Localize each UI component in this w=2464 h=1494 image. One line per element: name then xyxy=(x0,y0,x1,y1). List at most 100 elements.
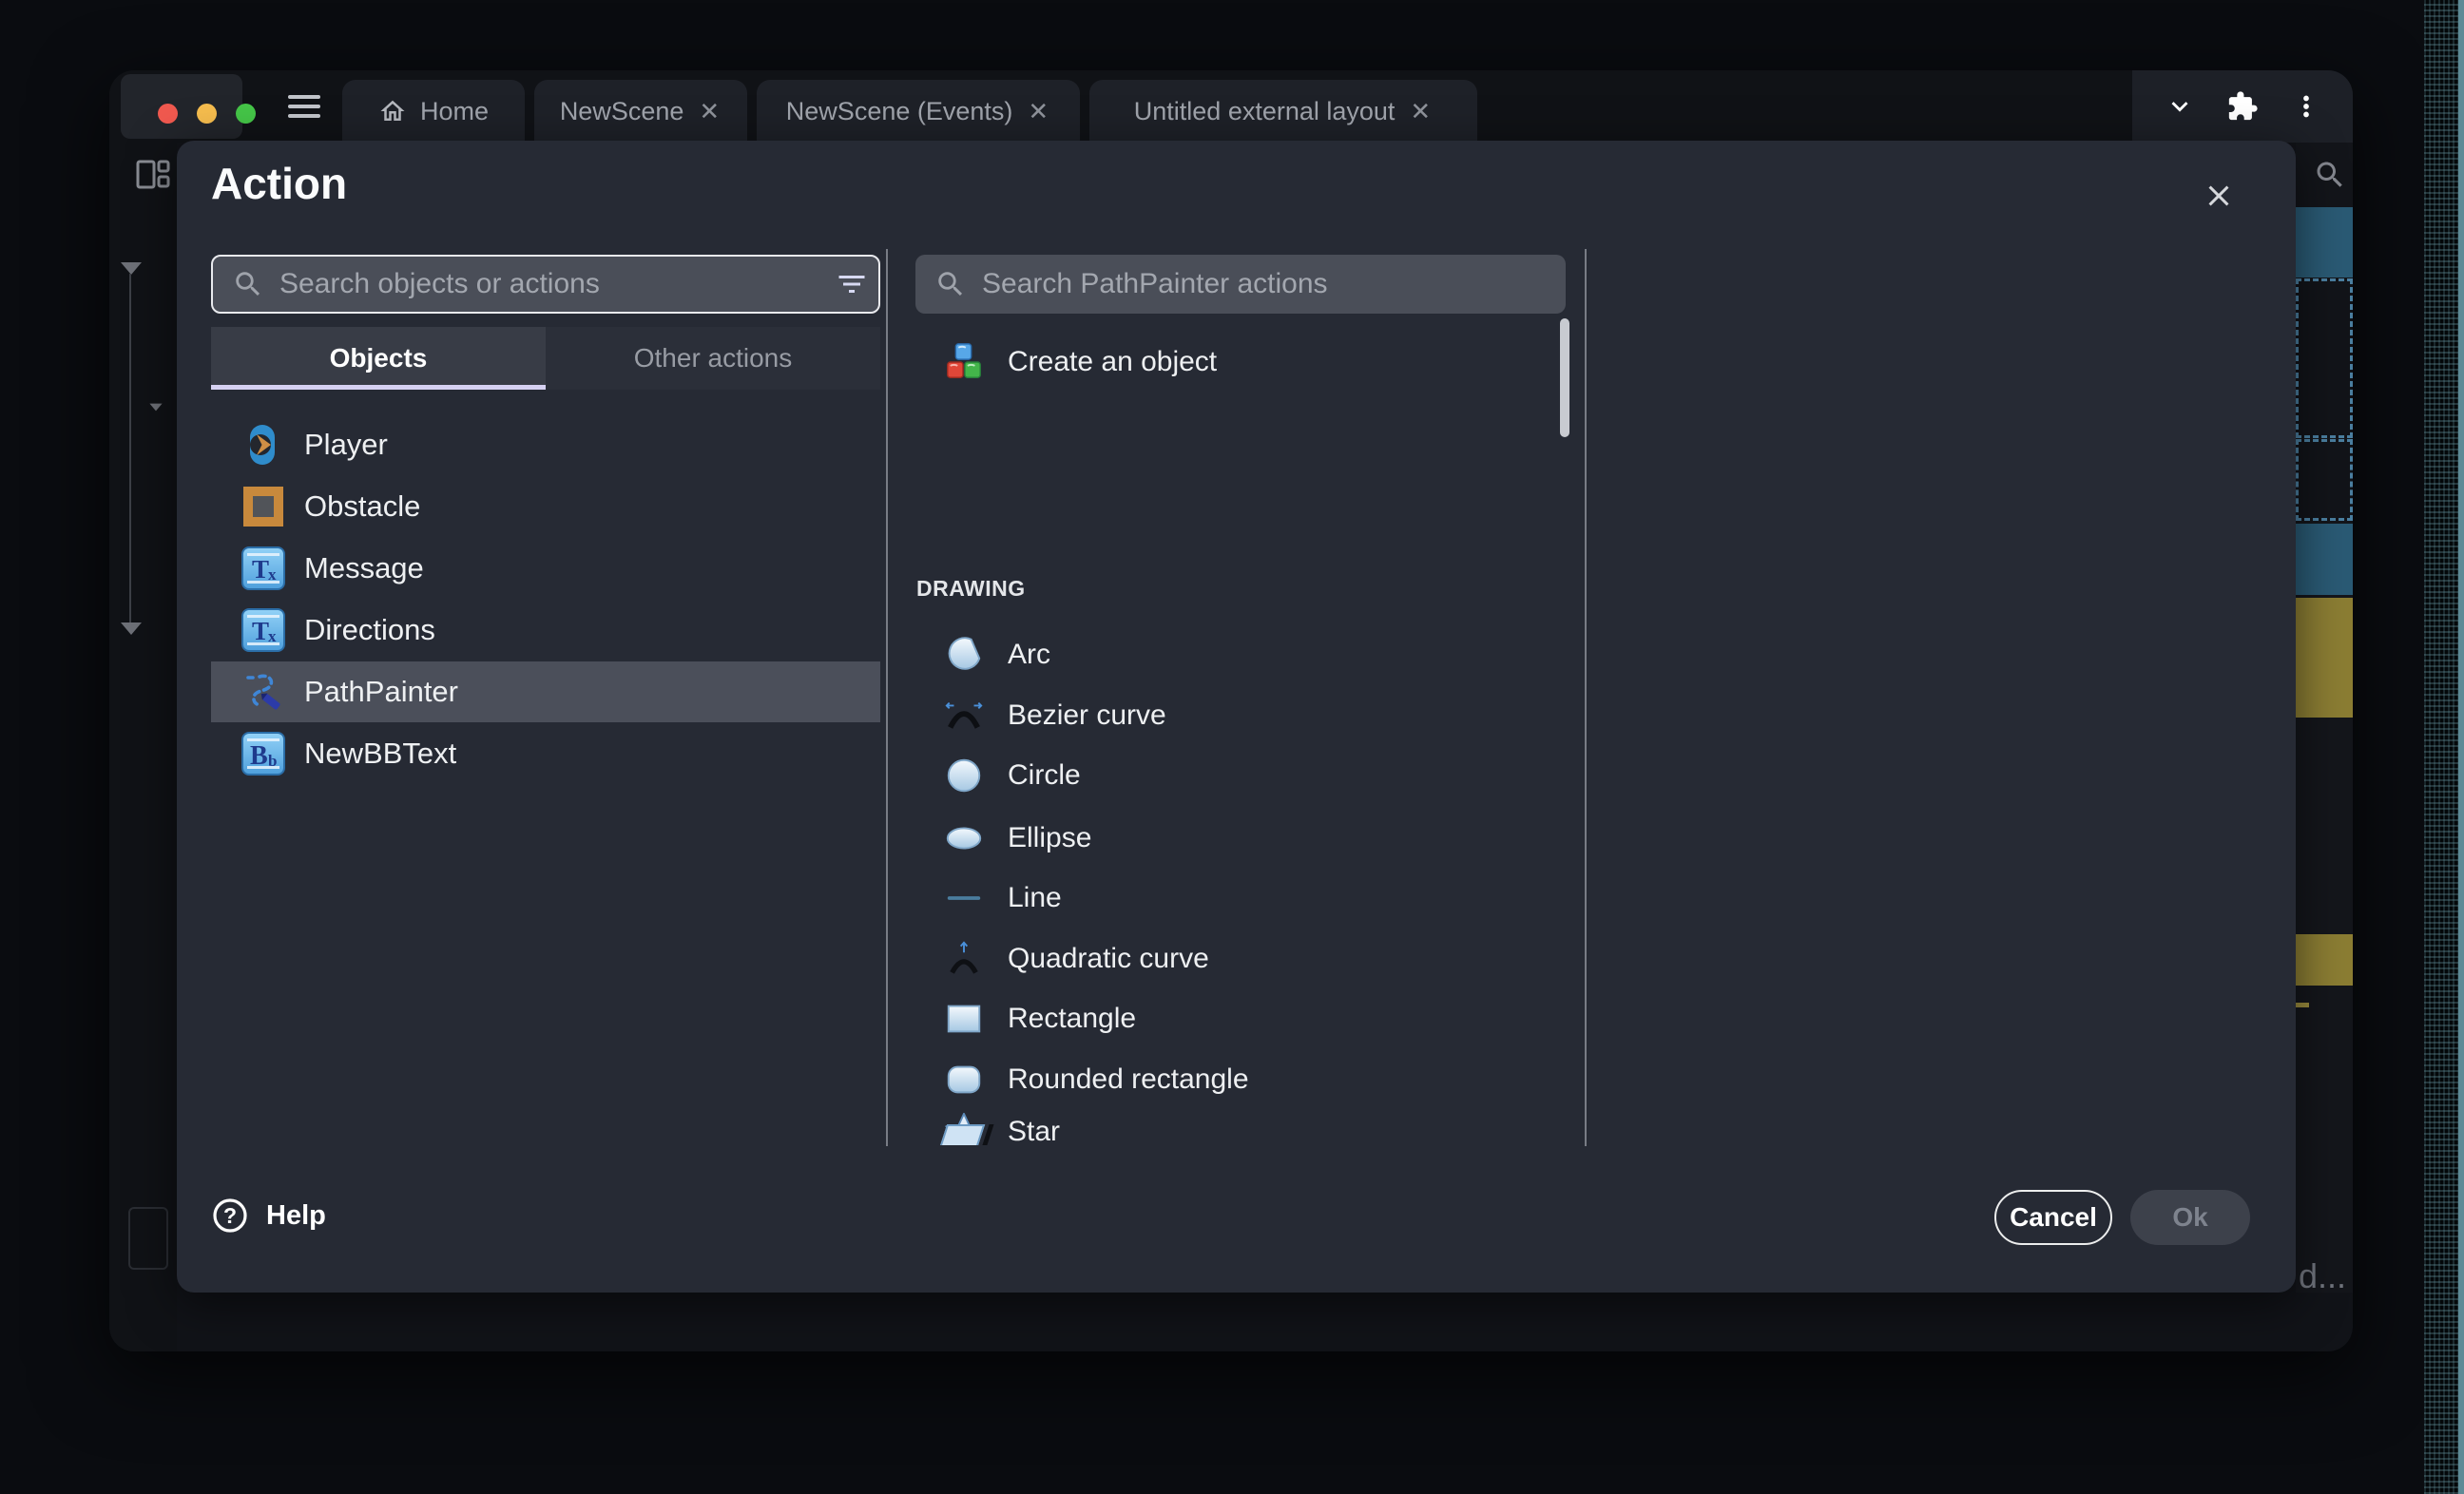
close-icon[interactable]: ✕ xyxy=(697,95,722,127)
panel-divider xyxy=(1585,249,1587,1146)
event-block xyxy=(2296,524,2353,595)
more-vert-icon[interactable] xyxy=(2290,90,2322,123)
object-label: Obstacle xyxy=(304,489,420,524)
desktop-edge-strip xyxy=(2458,0,2464,1494)
help-icon: ? xyxy=(211,1197,249,1235)
tab-home[interactable]: Home xyxy=(342,80,525,143)
dialog-title: Action xyxy=(211,158,347,209)
traffic-light-close[interactable] xyxy=(158,104,178,124)
truncated-background-text: d... xyxy=(2299,1256,2346,1296)
collapse-arrow-icon[interactable] xyxy=(121,622,142,635)
background-panel-outline xyxy=(128,1207,168,1270)
action-label: Rectangle xyxy=(1008,1003,1136,1035)
events-search-area xyxy=(2296,143,2353,207)
tab-newscene-events[interactable]: NewScene (Events) ✕ xyxy=(757,80,1080,143)
object-label: Message xyxy=(304,551,424,585)
tab-label: NewScene (Events) xyxy=(786,97,1013,126)
object-label: Player xyxy=(304,428,388,462)
actions-search xyxy=(915,255,1566,314)
object-row-message[interactable]: Tx Message xyxy=(211,538,880,599)
traffic-light-minimize[interactable] xyxy=(197,104,217,124)
object-row-directions[interactable]: Tx Directions xyxy=(211,600,880,661)
help-label: Help xyxy=(266,1200,326,1232)
action-row-quadratic-curve[interactable]: Quadratic curve xyxy=(909,929,1555,988)
filter-icon[interactable] xyxy=(821,265,863,303)
close-icon[interactable]: ✕ xyxy=(1408,95,1433,127)
tab-label: Home xyxy=(420,97,489,126)
action-row-rectangle[interactable]: Rectangle xyxy=(909,988,1555,1048)
menu-icon[interactable] xyxy=(288,95,322,120)
left-panel-tabs: Objects Other actions xyxy=(211,327,880,390)
event-guide-line xyxy=(129,274,131,627)
action-dialog: Action Objects Other actions xyxy=(177,141,2296,1293)
object-row-pathpainter[interactable]: PathPainter xyxy=(211,661,880,722)
titlebar-actions xyxy=(2132,70,2353,143)
desktop: Home NewScene ✕ NewScene (Events) ✕ Unti… xyxy=(0,0,2464,1494)
tab-label: Untitled external layout xyxy=(1134,97,1396,126)
tab-newscene[interactable]: NewScene ✕ xyxy=(534,80,747,143)
rounded-rectangle-icon xyxy=(943,1059,985,1101)
event-block xyxy=(2296,207,2353,278)
object-label: PathPainter xyxy=(304,675,458,709)
ellipse-icon xyxy=(943,817,985,859)
cancel-button[interactable]: Cancel xyxy=(1994,1190,2112,1245)
chevron-down-icon[interactable] xyxy=(2164,90,2196,123)
traffic-light-zoom[interactable] xyxy=(236,104,256,124)
tab-untitled-external-layout[interactable]: Untitled external layout ✕ xyxy=(1089,80,1477,143)
action-label: Create an object xyxy=(1008,346,1217,378)
objects-list: Player Obstacle Tx Message Tx xyxy=(211,414,880,785)
scrollbar-thumb[interactable] xyxy=(1560,318,1569,437)
player-icon xyxy=(241,423,285,467)
svg-text:b: b xyxy=(268,752,277,770)
tab-other-actions[interactable]: Other actions xyxy=(546,327,880,390)
object-label: NewBBText xyxy=(304,737,456,771)
action-row-ellipse[interactable]: Ellipse xyxy=(909,808,1555,868)
close-icon[interactable]: ✕ xyxy=(1026,95,1050,127)
search-actions-input[interactable] xyxy=(967,255,1566,314)
action-row-bezier-curve[interactable]: Bezier curve xyxy=(909,685,1555,745)
titlebar: Home NewScene ✕ NewScene (Events) ✕ Unti… xyxy=(109,70,2353,143)
action-label: Line xyxy=(1008,882,1062,914)
object-row-newbbtext[interactable]: Bb NewBBText xyxy=(211,723,880,784)
collapse-arrow-icon[interactable] xyxy=(121,262,142,275)
object-row-player[interactable]: Player xyxy=(211,414,880,475)
bezier-curve-icon xyxy=(943,695,985,737)
close-icon xyxy=(2202,179,2236,213)
action-label: Ellipse xyxy=(1008,822,1091,854)
extensions-puzzle-icon[interactable] xyxy=(2226,90,2259,123)
action-row-circle[interactable]: Circle xyxy=(909,745,1555,805)
action-row-rounded-rectangle[interactable]: Rounded rectangle xyxy=(909,1049,1555,1109)
action-label: Arc xyxy=(1008,639,1050,671)
action-label: Bezier curve xyxy=(1008,699,1166,732)
panels-layout-icon xyxy=(136,160,170,195)
circle-icon xyxy=(943,755,985,796)
window-controls xyxy=(121,74,242,139)
object-row-obstacle[interactable]: Obstacle xyxy=(211,476,880,537)
search-icon xyxy=(232,268,264,300)
search-objects-input[interactable] xyxy=(264,257,821,312)
action-row-line[interactable]: Line xyxy=(909,868,1555,928)
collapse-arrow-icon[interactable] xyxy=(149,404,162,412)
svg-text:T: T xyxy=(252,617,269,645)
event-drop-zone xyxy=(2296,439,2353,521)
home-icon xyxy=(378,97,407,125)
action-row-arc[interactable]: Arc xyxy=(909,624,1555,684)
action-row-star[interactable]: Star xyxy=(909,1101,1555,1145)
dialog-close-button[interactable] xyxy=(2198,175,2240,217)
ok-button: Ok xyxy=(2130,1190,2250,1245)
event-block-small xyxy=(2296,1003,2309,1007)
action-label: Circle xyxy=(1008,759,1081,792)
tab-label: NewScene xyxy=(560,97,684,126)
tab-objects[interactable]: Objects xyxy=(211,327,546,390)
app-window: Home NewScene ✕ NewScene (Events) ✕ Unti… xyxy=(109,70,2353,1351)
event-block xyxy=(2296,598,2353,718)
objects-search xyxy=(211,255,880,314)
obstacle-icon xyxy=(241,485,285,528)
svg-text:x: x xyxy=(268,565,277,584)
help-button[interactable]: ? Help xyxy=(211,1188,326,1243)
search-icon[interactable] xyxy=(2313,158,2347,192)
action-row-create-object[interactable]: Create an object xyxy=(909,332,1555,392)
panel-divider xyxy=(886,249,888,1146)
text-object-icon: Tx xyxy=(241,608,285,652)
action-label: Quadratic curve xyxy=(1008,943,1209,975)
